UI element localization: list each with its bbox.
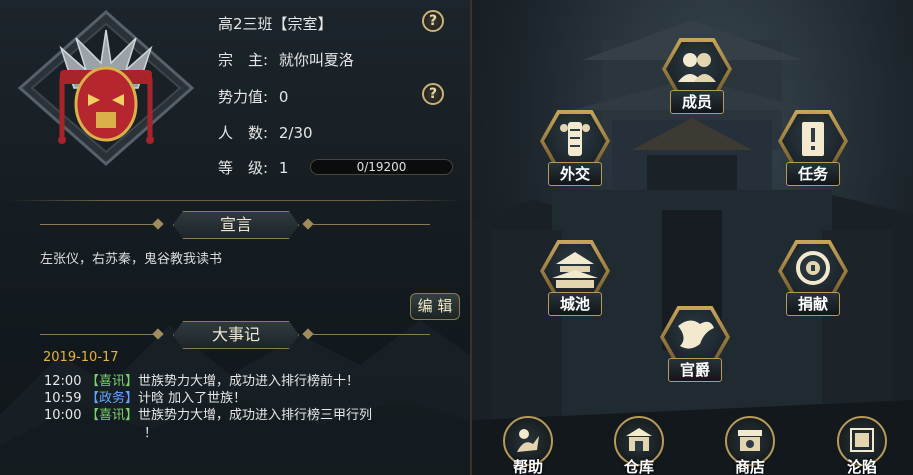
warehouse-label: 仓库 [623,458,654,475]
leader-name: 就你叫夏洛 [278,51,354,69]
declaration-text: 左张仪，右苏秦，鬼谷教我读书 [40,252,223,267]
members-icon [678,53,716,82]
diplomacy-label: 外交 [548,162,602,186]
clan-functions-panel: 成员 外交 任务 城池 捐献 官爵 帮助 仓库 商店 沦陷 [470,0,913,475]
event-text: 世族势力大增，成功进入排行榜三甲行列 [138,408,373,423]
edit-declaration-button[interactable]: 编 辑 [410,293,460,320]
donate-icon [796,251,830,285]
declaration-title-deco-left [40,224,158,225]
city-icon [552,252,598,288]
tasks-icon [802,122,824,156]
shop-label: 商店 [734,458,765,475]
clan-help-button[interactable]: ? [422,10,444,32]
warehouse-button[interactable]: 仓库 [609,416,669,475]
warehouse-icon [626,428,652,451]
members-label: 成员 [670,90,724,114]
exp-progress-text: 0/19200 [356,160,407,174]
donate-button[interactable]: 捐献 [778,240,848,318]
event-row: 10:00 【喜讯】世族势力大增，成功进入排行榜三甲行列 [44,404,372,423]
events-title-deco-right [312,334,430,335]
tasks-label: 任务 [786,162,840,186]
fallen-icon [850,428,874,452]
rank-label: 官爵 [668,358,722,382]
shop-icon [738,430,762,451]
rank-button[interactable]: 官爵 [660,306,730,384]
city-label: 城池 [548,292,602,316]
event-tag: 【喜讯】 [86,408,139,423]
diplomacy-icon [560,122,590,156]
power-label: 势力值: [218,88,269,106]
city-button[interactable]: 城池 [540,240,610,318]
event-time: 10:00 [44,408,82,423]
help-button[interactable]: 帮助 [498,416,558,475]
level-label: 等 级: [218,159,269,177]
fallen-button[interactable]: 沦陷 [832,416,892,475]
top-divider [8,200,463,201]
tasks-button[interactable]: 任务 [778,110,848,188]
members-label: 人 数: [218,124,269,142]
rank-icon [678,320,714,349]
clan-info-panel: 高2三班【宗室】 ? 宗 主: 就你叫夏洛 势力值: 0 ? 人 数: 2/30… [0,0,470,475]
level-row: 等 级: 1 [218,157,288,178]
power-row: 势力值: 0 [218,86,288,107]
shop-button[interactable]: 商店 [720,416,780,475]
events-title: 大事记 [173,321,299,349]
clan-emblem-icon [17,9,195,167]
members-button[interactable]: 成员 [662,38,732,116]
members-count: 2/30 [278,124,313,142]
level-value: 1 [278,159,289,177]
event-date: 2019-10-17 [43,350,119,365]
event-text-wrap: ！ [144,426,158,441]
help-label: 帮助 [512,458,543,475]
declaration-title-deco-right [312,224,430,225]
leader-label: 宗 主: [218,51,269,69]
help-icon [517,429,539,452]
power-value: 0 [278,88,289,106]
members-row: 人 数: 2/30 [218,122,313,143]
events-title-deco-left [40,334,158,335]
leader-row: 宗 主: 就你叫夏洛 [218,49,354,70]
exp-progress-bar: 0/19200 [310,159,453,175]
power-help-button[interactable]: ? [422,83,444,105]
fallen-label: 沦陷 [846,458,877,475]
donate-label: 捐献 [786,292,840,316]
diplomacy-button[interactable]: 外交 [540,110,610,188]
clan-name: 高2三班【宗室】 [218,15,333,33]
declaration-title: 宣言 [173,211,299,239]
